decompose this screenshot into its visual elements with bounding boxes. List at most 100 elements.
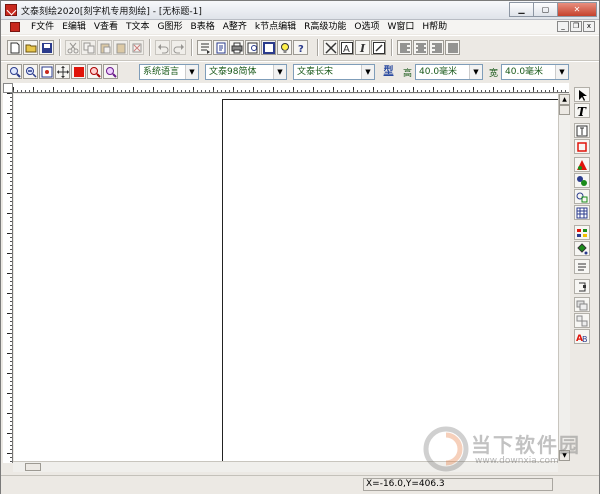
paste-special-icon[interactable] <box>113 40 128 55</box>
mdi-close-button[interactable]: x <box>583 21 595 32</box>
node-edit-icon[interactable] <box>574 279 590 294</box>
zoom-all-icon[interactable] <box>103 64 118 79</box>
cursor-coordinates: X=-16.0,Y=406.3 <box>363 478 553 491</box>
zoom-out-icon[interactable] <box>23 64 38 79</box>
vertical-scrollbar[interactable]: ▲ ▼ <box>558 94 570 461</box>
preview-icon[interactable] <box>245 40 260 55</box>
menu-help[interactable]: H帮助 <box>418 21 451 33</box>
help-icon[interactable]: ? <box>293 40 308 55</box>
svg-text:I: I <box>359 42 366 54</box>
scissors-cut-icon[interactable] <box>323 40 338 55</box>
frame-icon[interactable] <box>261 40 276 55</box>
menu-align[interactable]: A整齐 <box>219 21 251 33</box>
redo-icon[interactable] <box>171 40 186 55</box>
zoom-in-icon[interactable] <box>7 64 22 79</box>
menu-advanced[interactable]: R高级功能 <box>300 21 350 33</box>
maximize-button[interactable]: ▢ <box>533 2 558 17</box>
font-select[interactable]: 文泰98简体 ▼ <box>205 64 287 80</box>
drawing-canvas[interactable] <box>14 94 558 461</box>
minimize-button[interactable]: ▁ <box>509 2 534 17</box>
delete-icon[interactable] <box>129 40 144 55</box>
shapes-tool-icon[interactable] <box>574 189 590 204</box>
watermark-text: 当下软件园 <box>471 433 581 457</box>
group-icon[interactable] <box>574 313 590 328</box>
scroll-thumb[interactable] <box>559 105 570 115</box>
language-select[interactable]: 系统语言 ▼ <box>139 64 199 80</box>
svg-text:?: ? <box>298 44 304 54</box>
height-input[interactable]: 40.0毫米 ▼ <box>415 64 483 80</box>
save-icon[interactable] <box>39 40 54 55</box>
scroll-up-icon[interactable]: ▲ <box>559 94 570 105</box>
mdi-restore-button[interactable]: ❐ <box>570 21 582 32</box>
paste-icon[interactable] <box>97 40 112 55</box>
ruler-corner[interactable] <box>3 83 13 93</box>
align-right-icon[interactable] <box>429 40 444 55</box>
document-icon[interactable] <box>10 22 20 32</box>
menu-table[interactable]: B表格 <box>187 21 219 33</box>
app-logo-icon[interactable] <box>5 4 17 16</box>
menu-window[interactable]: W窗口 <box>383 21 418 33</box>
svg-text:T: T <box>577 105 587 117</box>
menu-graphics[interactable]: G图形 <box>154 21 187 33</box>
menu-bar: F文件 E编辑 V查看 T文本 G图形 B表格 A整齐 k节点编辑 R高级功能 … <box>1 20 599 34</box>
rectangle-tool-icon[interactable] <box>574 139 590 154</box>
color-palette-icon[interactable] <box>574 157 590 172</box>
english-font-select[interactable]: 文泰长宋 ▼ <box>293 64 375 80</box>
edit-box-icon[interactable] <box>371 40 386 55</box>
menu-text[interactable]: T文本 <box>122 21 154 33</box>
menu-node-edit[interactable]: k节点编辑 <box>251 21 300 33</box>
zoom-selection-icon[interactable] <box>87 64 102 79</box>
standard-toolbar: ? A I <box>1 35 599 61</box>
chevron-down-icon: ▼ <box>555 65 568 79</box>
cut-icon[interactable] <box>65 40 80 55</box>
output-icon[interactable] <box>213 40 228 55</box>
vertical-ruler[interactable] <box>3 93 13 463</box>
close-button[interactable]: ✕ <box>557 2 597 17</box>
paint-bucket-icon[interactable] <box>574 241 590 256</box>
pan-move-icon[interactable] <box>55 64 70 79</box>
mdi-minimize-button[interactable]: _ <box>557 21 569 32</box>
italic-tool-icon[interactable]: I <box>355 40 370 55</box>
layer-icon[interactable] <box>574 297 590 312</box>
tip-bulb-icon[interactable] <box>277 40 292 55</box>
font-style-button[interactable]: 型 <box>381 64 396 79</box>
copy-icon[interactable] <box>81 40 96 55</box>
text-outline-icon[interactable]: A <box>339 40 354 55</box>
height-label: 高 <box>403 69 413 79</box>
table-tool-icon[interactable] <box>574 205 590 220</box>
menu-edit[interactable]: E编辑 <box>58 21 90 33</box>
window-title: 文泰刻绘2020[刻字机专用刻绘] - [无标题-1] <box>21 7 202 17</box>
app-window: 文泰刻绘2020[刻字机专用刻绘] - [无标题-1] ▁ ▢ ✕ F文件 E编… <box>0 0 600 494</box>
title-bar[interactable]: 文泰刻绘2020[刻字机专用刻绘] - [无标题-1] ▁ ▢ ✕ <box>1 1 599 20</box>
width-input[interactable]: 40.0毫米 ▼ <box>501 64 569 80</box>
page-boundary <box>222 99 558 461</box>
new-file-icon[interactable] <box>7 40 22 55</box>
horizontal-ruler[interactable] <box>13 83 569 93</box>
chevron-down-icon: ▼ <box>361 65 374 79</box>
text-tool-icon[interactable]: T <box>574 103 590 118</box>
vertical-text-icon[interactable] <box>574 123 590 138</box>
select-arrow-icon[interactable] <box>574 87 590 102</box>
chevron-down-icon: ▼ <box>469 65 482 79</box>
horizontal-scroll-thumb[interactable] <box>25 463 41 471</box>
text-effect-icon[interactable]: AB <box>574 329 590 344</box>
shape-fill-icon[interactable] <box>574 173 590 188</box>
color-fill-icon[interactable] <box>71 64 86 79</box>
align-justify-icon[interactable] <box>445 40 460 55</box>
svg-text:A: A <box>343 44 350 54</box>
open-folder-icon[interactable] <box>23 40 38 55</box>
align-center-icon[interactable] <box>413 40 428 55</box>
undo-icon[interactable] <box>155 40 170 55</box>
watermark-url: www.downxia.com <box>475 456 559 466</box>
status-bar: X=-16.0,Y=406.3 <box>1 475 599 494</box>
zoom-page-icon[interactable] <box>39 64 54 79</box>
import-icon[interactable] <box>197 40 212 55</box>
text-format-icon[interactable] <box>574 259 590 274</box>
menu-options[interactable]: O选项 <box>350 21 383 33</box>
width-label: 宽 <box>489 69 499 79</box>
print-icon[interactable] <box>229 40 244 55</box>
align-left-icon[interactable] <box>397 40 412 55</box>
menu-view[interactable]: V查看 <box>90 21 122 33</box>
menu-file[interactable]: F文件 <box>27 21 58 33</box>
color-grid-icon[interactable] <box>574 225 590 240</box>
